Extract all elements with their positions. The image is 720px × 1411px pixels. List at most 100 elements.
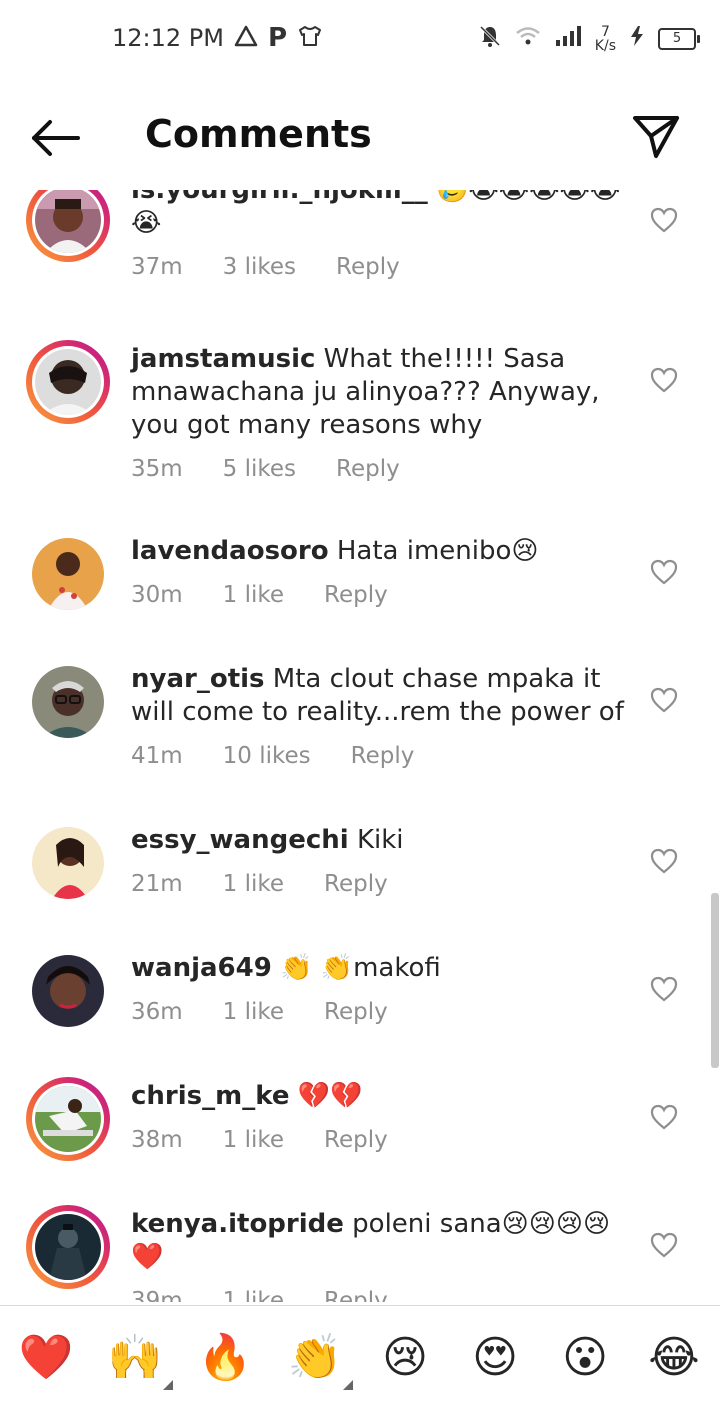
comment-meta: 35m 5 likes Reply	[131, 456, 440, 482]
comment-username[interactable]: lavendaosoro	[131, 536, 329, 566]
comment-time: 36m	[131, 999, 183, 1025]
reply-button[interactable]: Reply	[324, 871, 388, 897]
comment-username[interactable]: nyar_otis	[131, 664, 265, 694]
back-button[interactable]	[28, 116, 84, 160]
comment-likes[interactable]: 1 like	[223, 1288, 284, 1302]
surprised-face-emoji-button[interactable]: 😮	[555, 1328, 615, 1388]
red-heart-icon: ❤️	[18, 1332, 74, 1383]
reply-button[interactable]: Reply	[351, 743, 415, 769]
comment-body: 💔💔	[289, 1081, 363, 1111]
reply-button[interactable]: Reply	[336, 254, 400, 280]
avatar[interactable]	[26, 821, 110, 905]
heart-icon	[650, 559, 678, 585]
battery-level: 5	[672, 31, 682, 46]
comment-text: jamstamusic What the!!!!! Sasa mnawachan…	[131, 343, 631, 442]
comment-meta: 21m 1 like Reply	[131, 871, 428, 897]
comment-username[interactable]: essy_wangechi	[131, 825, 349, 855]
comment-meta: 30m 1 like Reply	[131, 582, 428, 608]
status-bar: 12:12 PM P 7 K/s 5	[0, 0, 720, 80]
comment-likes[interactable]: 1 like	[223, 582, 284, 608]
comment-text: wanja649 👏 👏makofi	[131, 952, 631, 985]
comment-username[interactable]: jamstamusic	[131, 344, 315, 374]
status-right: 7 K/s 5	[479, 24, 700, 53]
notifications-muted-icon	[479, 24, 501, 53]
heart-eyes-icon: 😍	[472, 1332, 518, 1383]
scrollbar[interactable]	[711, 893, 719, 1068]
surprised-face-icon: 😮	[562, 1332, 608, 1383]
comment-meta: 38m 1 like Reply	[131, 1127, 428, 1153]
tshirt-icon	[297, 25, 323, 51]
raising-hands-emoji-button[interactable]: 🙌	[105, 1328, 173, 1390]
heart-icon	[650, 976, 678, 1002]
comment-likes[interactable]: 10 likes	[223, 743, 311, 769]
raising-hands-icon: 🙌	[107, 1332, 163, 1383]
comment-likes[interactable]: 3 likes	[223, 254, 296, 280]
header: Comments	[0, 98, 720, 178]
comment-body: Kiki	[348, 825, 404, 855]
signal-icon	[555, 26, 581, 51]
like-button[interactable]	[650, 559, 678, 585]
comment-time: 41m	[131, 743, 183, 769]
status-left: 12:12 PM P	[112, 24, 323, 52]
comment-time: 21m	[131, 871, 183, 897]
heart-icon	[650, 207, 678, 233]
network-speed-unit: K/s	[594, 37, 616, 54]
like-button[interactable]	[650, 976, 678, 1002]
heart-eyes-emoji-button[interactable]: 😍	[465, 1328, 525, 1388]
avatar[interactable]	[26, 532, 110, 616]
comment-body: 👏 👏makofi	[271, 953, 441, 983]
heart-icon	[650, 848, 678, 874]
comment-likes[interactable]: 5 likes	[223, 456, 296, 482]
comment-meta: 36m 1 like Reply	[131, 999, 428, 1025]
reply-button[interactable]: Reply	[324, 1288, 388, 1302]
crying-face-emoji-button[interactable]: 😢	[375, 1328, 435, 1388]
comment-username[interactable]: wanja649	[131, 953, 272, 983]
avatar[interactable]	[26, 340, 110, 424]
charging-icon	[630, 26, 644, 51]
like-button[interactable]	[650, 207, 678, 233]
comment-likes[interactable]: 1 like	[223, 1127, 284, 1153]
tears-of-joy-emoji-button[interactable]: 😂	[644, 1328, 704, 1388]
comments-list[interactable]: is.yourgirll._njokiii__ 🥲😭😭😭😭😭😭 37m 3 li…	[0, 190, 720, 1302]
comment-username[interactable]: chris_m_ke	[131, 1081, 289, 1111]
crying-face-icon: 😢	[382, 1332, 428, 1383]
reply-button[interactable]: Reply	[324, 1127, 388, 1153]
reply-button[interactable]: Reply	[324, 999, 388, 1025]
network-speed: 7 K/s	[595, 25, 616, 53]
clapping-hands-emoji-button[interactable]: 👏	[285, 1328, 353, 1390]
avatar[interactable]	[26, 660, 110, 744]
avatar[interactable]	[26, 1077, 110, 1161]
warning-triangle-icon	[234, 25, 258, 51]
comment-text: lavendaosoro Hata imenibo😢	[131, 535, 631, 568]
avatar[interactable]	[26, 1205, 110, 1289]
skin-tone-indicator-icon	[343, 1380, 353, 1390]
share-button[interactable]	[630, 112, 682, 162]
comment-meta: 37m 3 likes Reply	[131, 254, 440, 280]
comment-meta: 39m 1 like Reply	[131, 1288, 428, 1302]
comment-time: 39m	[131, 1288, 183, 1302]
comment-text: kenya.itopride poleni sana😢😢😢😢❤️	[131, 1208, 631, 1274]
comment-text: is.yourgirll._njokiii__ 🥲😭😭😭😭😭😭	[131, 190, 631, 240]
reply-button[interactable]: Reply	[324, 582, 388, 608]
heart-icon	[650, 1232, 678, 1258]
comment-username[interactable]: is.yourgirll._njokiii__	[131, 190, 428, 205]
wifi-icon	[515, 26, 541, 51]
like-button[interactable]	[650, 367, 678, 393]
page-title: Comments	[145, 112, 372, 156]
comment-body: Hata imenibo😢	[328, 536, 539, 566]
tears-of-joy-icon: 😂	[648, 1332, 700, 1383]
fire-emoji-button[interactable]: 🔥	[195, 1328, 255, 1388]
reply-button[interactable]: Reply	[336, 456, 400, 482]
like-button[interactable]	[650, 687, 678, 713]
comment-likes[interactable]: 1 like	[223, 871, 284, 897]
comment-text: chris_m_ke 💔💔	[131, 1080, 631, 1113]
like-button[interactable]	[650, 848, 678, 874]
red-heart-emoji-button[interactable]: ❤️	[16, 1328, 76, 1388]
like-button[interactable]	[650, 1104, 678, 1130]
arrow-left-icon	[32, 120, 80, 156]
avatar[interactable]	[26, 949, 110, 1033]
comment-username[interactable]: kenya.itopride	[131, 1209, 344, 1239]
comment-likes[interactable]: 1 like	[223, 999, 284, 1025]
like-button[interactable]	[650, 1232, 678, 1258]
avatar[interactable]	[26, 190, 110, 262]
